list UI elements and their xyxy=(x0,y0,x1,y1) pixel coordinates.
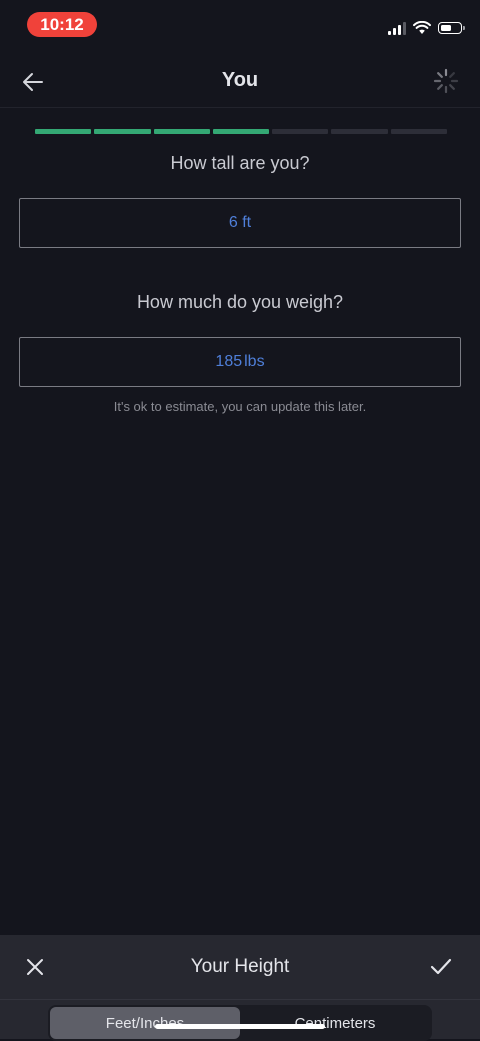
height-value: 6 ft xyxy=(228,214,252,231)
status-bar: 10:12 xyxy=(0,0,480,52)
weight-hint: It's ok to estimate, you can update this… xyxy=(113,399,367,414)
top-nav-bar: You xyxy=(0,55,480,108)
signal-icon xyxy=(388,21,406,35)
progress-segment xyxy=(390,129,447,134)
unit-option-centimeters[interactable]: Centimeters xyxy=(240,1007,430,1039)
weight-unit: lbs xyxy=(244,353,265,370)
progress-segment xyxy=(331,129,388,134)
progress-segment xyxy=(35,129,92,134)
weight-question: How much do you weigh? xyxy=(136,292,344,312)
weight-value: 185 xyxy=(215,353,243,370)
weight-field[interactable]: 185 lbs xyxy=(19,337,461,387)
unit-option-feet-inches[interactable]: Feet/Inches xyxy=(50,1007,240,1039)
sheet-confirm-button[interactable] xyxy=(428,954,454,980)
sheet-header: Your Height xyxy=(0,935,480,1000)
status-time: 10:12 xyxy=(27,12,97,37)
page-title: You xyxy=(221,69,259,91)
progress-segment xyxy=(272,129,329,134)
height-field[interactable]: 6 ft xyxy=(19,198,461,248)
progress-segment xyxy=(212,129,270,134)
unit-segmented-control: Feet/Inches Centimeters xyxy=(48,1005,432,1041)
home-indicator xyxy=(155,1024,325,1029)
battery-icon xyxy=(438,22,465,34)
spinner-icon xyxy=(433,68,459,94)
status-icons xyxy=(388,19,465,37)
progress-segment xyxy=(153,129,210,134)
onboarding-progress-bar xyxy=(35,129,447,134)
height-question: How tall are you? xyxy=(170,153,310,173)
wifi-icon xyxy=(413,21,431,34)
checkmark-icon xyxy=(430,958,452,975)
sheet-title: Your Height xyxy=(190,956,290,977)
progress-segment xyxy=(94,129,151,134)
